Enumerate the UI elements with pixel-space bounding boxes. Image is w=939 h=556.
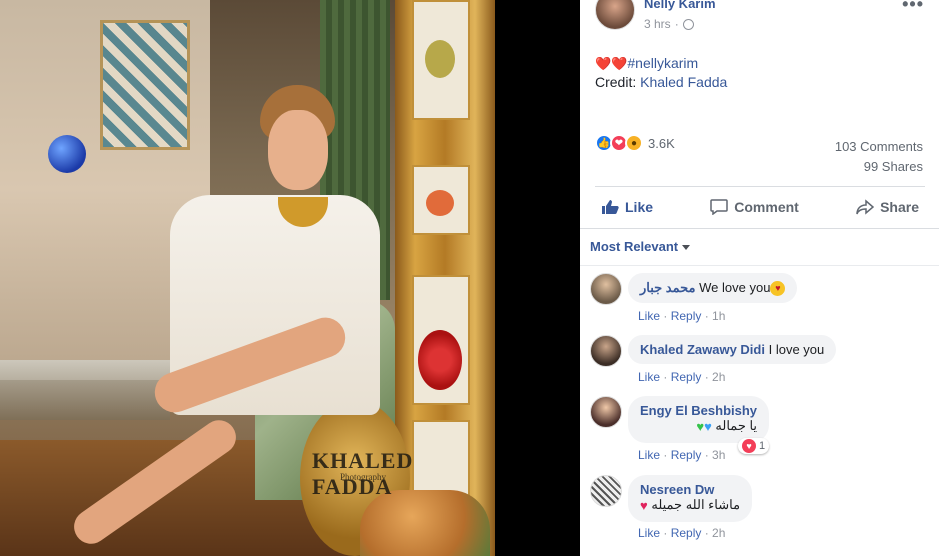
- share-count[interactable]: 99 Shares: [835, 157, 923, 177]
- comment-text: We love you: [699, 280, 771, 295]
- comment-reply-link[interactable]: Reply: [671, 448, 702, 462]
- hashtag-link[interactable]: #nellykarim: [627, 55, 698, 71]
- comment-label: Comment: [734, 198, 799, 215]
- credit-label: Credit:: [595, 74, 637, 90]
- comment-time[interactable]: 2h: [712, 526, 725, 540]
- comment-like-link[interactable]: Like: [638, 309, 660, 323]
- comment-bubble: محمد جبار We love you ♥: [628, 273, 798, 304]
- post-time[interactable]: 3 hrs: [644, 17, 671, 31]
- comment-reaction-count: 1: [759, 440, 766, 452]
- share-button[interactable]: Share: [856, 199, 919, 215]
- comment-time[interactable]: 1h: [712, 309, 725, 323]
- photo-glass-table: [0, 360, 170, 420]
- thumbs-up-icon: [602, 199, 619, 214]
- commenter-name[interactable]: Nesreen Dw: [640, 482, 740, 497]
- like-button[interactable]: Like: [601, 199, 653, 215]
- post-actions: Like Comment Share: [595, 186, 925, 226]
- author-avatar[interactable]: [595, 0, 635, 30]
- comment-reply-link[interactable]: Reply: [671, 370, 702, 384]
- comment-reaction-badge[interactable]: ♥ 1: [738, 438, 770, 454]
- credit-link[interactable]: Khaled Fadda: [640, 74, 727, 90]
- commenter-avatar[interactable]: [590, 335, 622, 367]
- photo-blue-lamp: [48, 135, 86, 173]
- post-photo[interactable]: KHALED FADDA Photography: [0, 0, 495, 556]
- commenter-name[interactable]: Engy El Beshbishy: [640, 403, 757, 418]
- comment-bubble: Engy El Beshbishy ♥♥ يا جماله: [628, 396, 770, 444]
- love-icon: ♥: [742, 439, 756, 453]
- commenter-avatar[interactable]: [590, 273, 622, 305]
- comment-count[interactable]: 103 Comments: [835, 137, 923, 157]
- comments-filter-dropdown[interactable]: Most Relevant: [580, 228, 939, 266]
- reaction-count: 3.6K: [648, 135, 675, 151]
- commenter-name[interactable]: Khaled Zawawy Didi: [640, 342, 765, 357]
- photo-orange: [426, 190, 454, 216]
- comment-text: يا جماله: [715, 418, 758, 433]
- chevron-down-icon: [682, 245, 691, 251]
- comment-like-link[interactable]: Like: [638, 526, 660, 540]
- commenter-name[interactable]: محمد جبار: [640, 280, 696, 295]
- comment-actions: Like · Reply · 3h: [638, 448, 726, 462]
- meta-dot: ·: [674, 17, 679, 31]
- facebook-photo-viewer: KHALED FADDA Photography Nelly Karim 3 h…: [0, 0, 939, 556]
- comment-reply-link[interactable]: Reply: [671, 526, 702, 540]
- photo-face: [268, 110, 328, 190]
- comment-bubble: Nesreen Dw ♥ ماشاء الله جميله: [628, 475, 753, 523]
- comment-text: ماشاء الله جميله: [651, 497, 741, 512]
- comment-actions: Like · Reply · 2h: [638, 370, 726, 384]
- commenter-avatar[interactable]: [590, 475, 622, 507]
- wow-icon: ●: [625, 134, 643, 152]
- green-heart-emoji-icon: ♥: [696, 419, 705, 435]
- post-stats: 103 Comments 99 Shares: [835, 137, 923, 177]
- comment-reply-link[interactable]: Reply: [671, 309, 702, 323]
- comment-actions: Like · Reply · 1h: [638, 309, 726, 323]
- globe-icon[interactable]: [682, 18, 694, 30]
- post-caption: ❤️❤️#nellykarim Credit: Khaled Fadda: [595, 54, 727, 91]
- post-header: Nelly Karim 3 hrs · •••: [580, 0, 939, 45]
- comment-text: I love you: [768, 342, 825, 357]
- post-side-panel: Nelly Karim 3 hrs · ••• ❤️❤️#nellykarim …: [580, 0, 939, 556]
- comment-text-row: ♥♥ يا جماله: [640, 418, 757, 434]
- reaction-summary[interactable]: 👍 ❤ ● 3.6K: [595, 134, 675, 152]
- more-options-icon[interactable]: •••: [902, 0, 924, 15]
- comment-time[interactable]: 3h: [712, 448, 725, 462]
- comment-bubble: Khaled Zawawy Didi I love you: [628, 335, 837, 364]
- photo-pear: [425, 40, 455, 78]
- heart-emoji-icon: ❤️❤️: [595, 56, 628, 71]
- post-meta: 3 hrs ·: [644, 17, 694, 31]
- share-icon: [856, 198, 875, 215]
- comment-button[interactable]: Comment: [710, 199, 799, 215]
- blue-heart-emoji-icon: ♥: [704, 419, 712, 435]
- comment-time[interactable]: 2h: [712, 370, 725, 384]
- photo-grapes: [418, 330, 462, 390]
- like-label: Like: [625, 198, 654, 215]
- comment-like-link[interactable]: Like: [638, 448, 660, 462]
- share-label: Share: [880, 198, 919, 215]
- commenter-avatar[interactable]: [590, 396, 622, 428]
- author-name[interactable]: Nelly Karim: [644, 0, 716, 11]
- comment-text-row: ♥ ماشاء الله جميله: [640, 497, 740, 513]
- comment-like-link[interactable]: Like: [638, 370, 660, 384]
- comments-filter-label: Most Relevant: [590, 239, 679, 254]
- heart-eyes-emoji-icon: ♥: [770, 281, 786, 297]
- comment-actions: Like · Reply · 2h: [638, 526, 726, 540]
- photo-watermark-sub: Photography: [340, 472, 386, 482]
- comment-icon: [710, 198, 729, 215]
- red-heart-emoji-icon: ♥: [640, 498, 648, 514]
